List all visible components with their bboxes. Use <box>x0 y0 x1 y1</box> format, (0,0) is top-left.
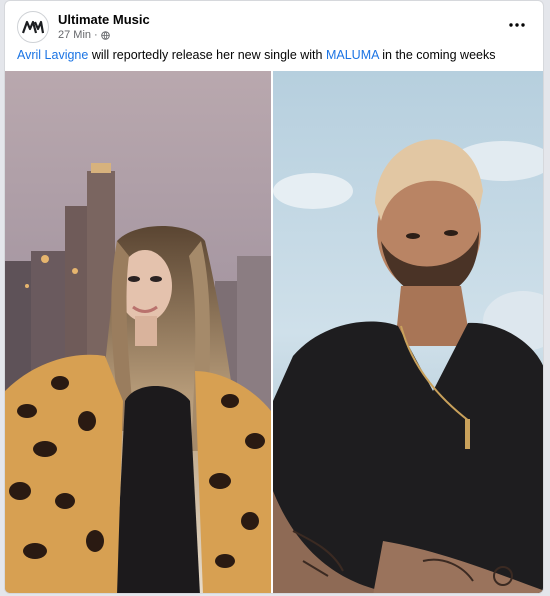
tag-link-maluma[interactable]: MALUMA <box>326 48 379 62</box>
avril-lavigne-photo[interactable] <box>5 71 271 593</box>
maluma-photo[interactable] <box>273 71 543 593</box>
more-horizontal-icon <box>509 23 525 27</box>
caption-text-end: in the coming weeks <box>378 48 496 62</box>
globe-icon[interactable] <box>100 30 110 40</box>
post-caption: Avril Lavigne will reportedly release he… <box>17 48 496 62</box>
meta-separator: · <box>94 29 98 41</box>
page-avatar[interactable] <box>17 11 49 43</box>
more-options-button[interactable] <box>503 15 531 35</box>
post-meta: 27 Min · <box>58 29 110 41</box>
ultimate-music-logo-icon <box>22 20 44 34</box>
post-photos <box>5 71 543 593</box>
tag-link-avril-lavigne[interactable]: Avril Lavigne <box>17 48 88 62</box>
post-card: Ultimate Music 27 Min · Avril Lavigne wi… <box>4 0 544 594</box>
post-header: Ultimate Music 27 Min · <box>17 11 531 45</box>
post-timestamp[interactable]: 27 Min <box>58 29 91 41</box>
page-name-link[interactable]: Ultimate Music <box>58 12 150 27</box>
caption-text-middle: will reportedly release her new single w… <box>88 48 326 62</box>
